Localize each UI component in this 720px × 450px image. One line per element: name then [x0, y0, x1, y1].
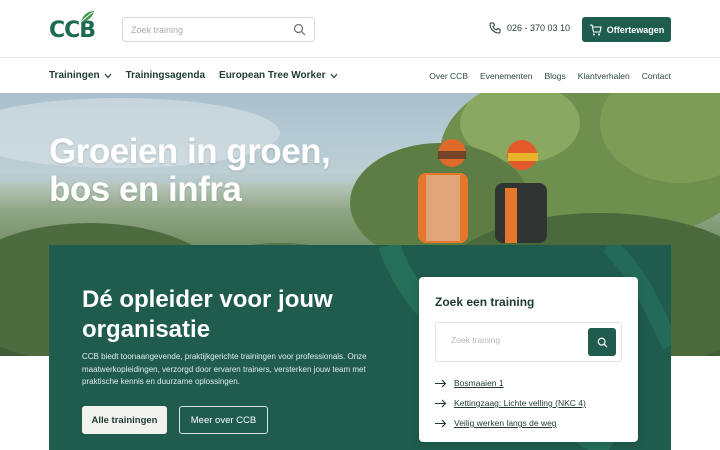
phone-icon [489, 22, 501, 34]
nav-item-trainingsagenda[interactable]: Trainingsagenda [126, 70, 205, 81]
arrow-right-icon [435, 419, 447, 427]
nav-label: European Tree Worker [219, 70, 326, 81]
card-search[interactable] [435, 322, 622, 362]
training-link-label[interactable]: Bosmaaien 1 [454, 378, 504, 388]
chevron-down-icon [330, 73, 338, 78]
nav-label: Trainingen [49, 70, 100, 81]
hero-title-line-1: Groeien in groen, [49, 132, 331, 171]
offertewagen-button[interactable]: Offertewagen [582, 17, 671, 42]
training-link-label[interactable]: Veilig werken langs de weg [454, 418, 557, 428]
training-search-card: Zoek een training Bosmaaien 1 Kettingzaa… [419, 277, 638, 442]
training-link-label[interactable]: Kettingzaag: Lichte velling (NKC 4) [454, 398, 586, 408]
all-trainings-button[interactable]: Alle trainingen [82, 406, 167, 434]
nav-label: Trainingsagenda [125, 70, 206, 81]
about-ccb-button[interactable]: Meer over CCB [179, 406, 268, 434]
card-search-input[interactable] [451, 335, 581, 345]
search-icon[interactable] [293, 23, 306, 36]
ccb-logo[interactable]: CCB [49, 10, 97, 44]
cart-label: Offertewagen [606, 24, 665, 35]
training-link[interactable]: Kettingzaag: Lichte velling (NKC 4) [435, 393, 586, 413]
training-link[interactable]: Bosmaaien 1 [435, 373, 586, 393]
nav-item-european-tree-worker[interactable]: European Tree Worker [219, 70, 338, 81]
panel-title: Dé opleider voor jouw organisatie [82, 286, 333, 343]
panel-description: CCB biedt toonaangevende, praktijkgerich… [82, 352, 367, 386]
popular-trainings-list: Bosmaaien 1 Kettingzaag: Lichte velling … [435, 373, 586, 433]
hero-title: Groeien in groen, bos en infra [49, 132, 331, 209]
nav-item-contact[interactable]: Contact [642, 71, 671, 81]
phone-number: 026 - 370 03 10 [507, 23, 571, 33]
arrow-right-icon [435, 399, 447, 407]
header-search[interactable] [122, 17, 315, 42]
search-icon [597, 337, 608, 348]
nav-item-trainingen[interactable]: Trainingen [49, 70, 112, 81]
training-link[interactable]: Veilig werken langs de weg [435, 413, 586, 433]
hero-title-line-2: bos en infra [49, 170, 242, 209]
header-search-input[interactable] [131, 22, 291, 38]
nav-item-klantverhalen[interactable]: Klantverhalen [578, 71, 630, 81]
phone-link[interactable]: 026 - 370 03 10 [489, 22, 570, 34]
nav-item-over-ccb[interactable]: Over CCB [429, 71, 468, 81]
nav-item-evenementen[interactable]: Evenementen [480, 71, 532, 81]
card-search-button[interactable] [588, 328, 616, 356]
arrow-right-icon [435, 379, 447, 387]
leaf-icon [80, 11, 94, 23]
main-nav: Trainingen Trainingsagenda European Tree… [0, 59, 720, 93]
card-title: Zoek een training [435, 295, 535, 309]
chevron-down-icon [104, 73, 112, 78]
top-header: CCB 026 - 370 03 10 Offertewagen [0, 0, 720, 58]
nav-item-blogs[interactable]: Blogs [544, 71, 565, 81]
cart-icon [589, 23, 602, 35]
